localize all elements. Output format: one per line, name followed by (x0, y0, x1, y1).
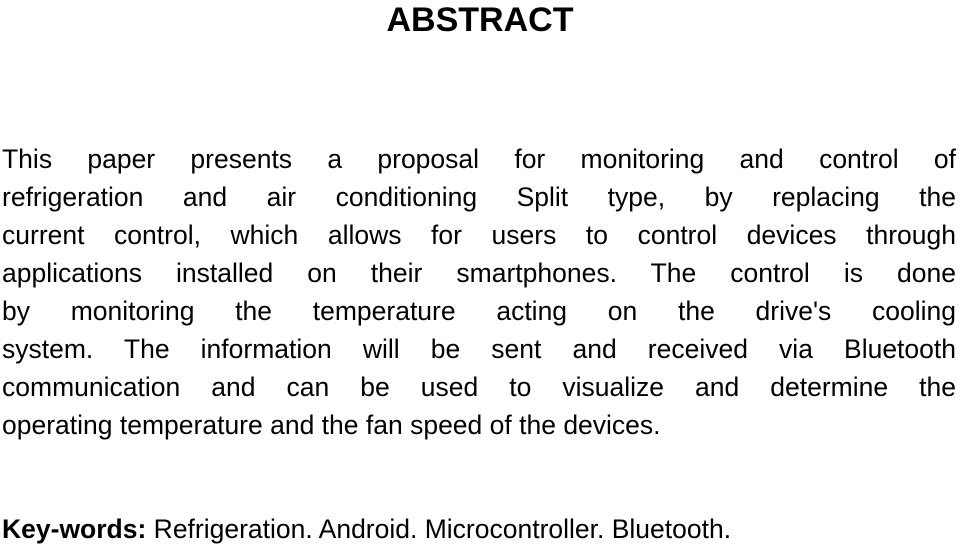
abstract-line: refrigeration and air conditioning Split… (2, 182, 956, 212)
abstract-line: This paper presents a proposal for monit… (2, 144, 956, 174)
keywords-list: Refrigeration. Android. Microcontroller.… (146, 514, 732, 544)
abstract-line: by monitoring the temperature acting on … (2, 296, 956, 326)
abstract-line: operating temperature and the fan speed … (2, 410, 661, 440)
abstract-line: applications installed on their smartpho… (2, 258, 956, 288)
abstract-line: current control, which allows for users … (2, 220, 956, 250)
keywords-label: Key-words: (2, 514, 147, 544)
abstract-line: communication and can be used to visuali… (2, 372, 956, 402)
abstract-line: system. The information will be sent and… (2, 334, 956, 364)
abstract-title: ABSTRACT (386, 1, 574, 39)
abstract-paragraph: This paper presents a proposal for monit… (2, 140, 956, 444)
keywords-line: Key-words: Refrigeration. Android. Micro… (2, 510, 958, 548)
document-page: ABSTRACT This paper presents a proposal … (0, 0, 960, 552)
